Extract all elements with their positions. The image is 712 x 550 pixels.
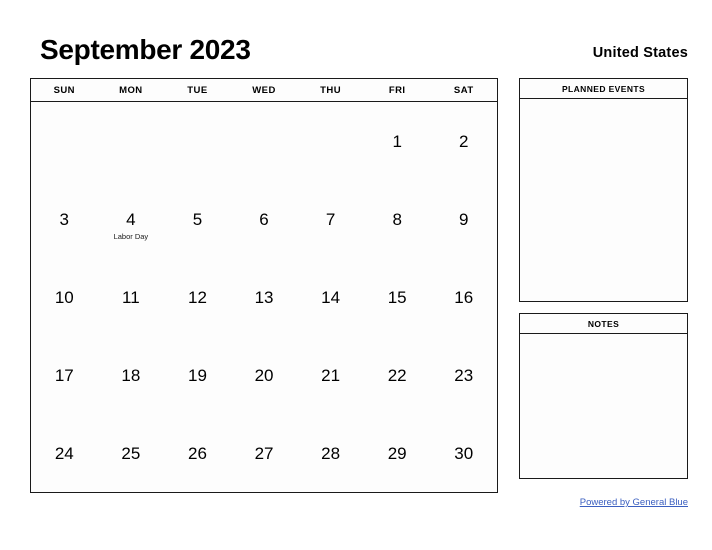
- day-cell[interactable]: 18: [98, 336, 165, 414]
- notes-body[interactable]: [519, 334, 688, 479]
- day-number: 11: [122, 288, 140, 307]
- day-number: 28: [321, 444, 341, 463]
- day-cell[interactable]: 16: [430, 258, 497, 336]
- day-cell[interactable]: 3: [31, 180, 98, 258]
- day-cell[interactable]: [231, 102, 298, 180]
- notes-panel: NOTES: [519, 313, 688, 479]
- day-cell[interactable]: 6: [231, 180, 298, 258]
- day-number: 24: [54, 444, 74, 463]
- day-number: 3: [59, 210, 70, 229]
- day-cell[interactable]: 19: [164, 336, 231, 414]
- day-number: 16: [454, 288, 474, 307]
- page-title: September 2023: [40, 34, 251, 65]
- day-number: 2: [459, 132, 469, 151]
- day-cell[interactable]: 9: [430, 180, 497, 258]
- day-cell[interactable]: 20: [231, 336, 298, 414]
- day-number: 17: [54, 366, 74, 385]
- day-number: 6: [259, 210, 269, 229]
- day-cell[interactable]: 23: [430, 336, 497, 414]
- weekday-header-sun: SUN: [53, 85, 75, 96]
- day-number: 21: [321, 366, 341, 385]
- week-row: 17 18 19 20 21 22 23: [31, 336, 497, 414]
- day-number: 14: [321, 288, 341, 307]
- planned-events-title: PLANNED EVENTS: [519, 78, 688, 99]
- notes-title: NOTES: [519, 313, 688, 334]
- day-number: 10: [54, 288, 74, 307]
- day-cell[interactable]: 25: [98, 414, 165, 492]
- powered-by-link[interactable]: Powered by General Blue: [580, 496, 688, 509]
- weekday-header-thu: THU: [320, 85, 342, 96]
- calendar-grid: SUN MON TUE WED THU FRI SAT 1 2 3 4 Labo…: [30, 78, 498, 493]
- planned-events-body[interactable]: [519, 99, 688, 302]
- day-number: 12: [187, 288, 207, 307]
- day-cell[interactable]: 27: [231, 414, 298, 492]
- weekday-header-fri: FRI: [388, 85, 406, 96]
- day-number: 8: [392, 210, 402, 229]
- day-number: 27: [254, 444, 274, 463]
- day-number: 13: [254, 288, 274, 307]
- week-row: 24 25 26 27 28 29 30: [31, 414, 497, 492]
- weekday-header-mon: MON: [119, 85, 143, 96]
- day-cell[interactable]: 10: [31, 258, 98, 336]
- day-cell[interactable]: 17: [31, 336, 98, 414]
- day-number: 5: [192, 210, 203, 229]
- day-cell[interactable]: 30: [430, 414, 497, 492]
- day-number: 1: [392, 132, 402, 151]
- day-cell[interactable]: [31, 102, 98, 180]
- day-number: 4: [126, 210, 136, 229]
- day-cell[interactable]: 7: [297, 180, 364, 258]
- day-cell[interactable]: 14: [297, 258, 364, 336]
- weekday-header-sat: SAT: [453, 85, 474, 96]
- day-number: 7: [325, 210, 336, 229]
- day-cell[interactable]: 29: [364, 414, 431, 492]
- week-row: 3 4 Labor Day 5 6 7 8 9: [31, 180, 497, 258]
- day-cell[interactable]: 26: [164, 414, 231, 492]
- day-number: 30: [454, 444, 474, 463]
- day-cell[interactable]: 24: [31, 414, 98, 492]
- day-cell[interactable]: 13: [231, 258, 298, 336]
- day-number: 15: [387, 288, 407, 307]
- region-label: United States: [592, 45, 688, 61]
- day-cell[interactable]: 2: [430, 102, 497, 180]
- weekday-header-wed: WED: [252, 85, 276, 96]
- day-cell[interactable]: 1: [364, 102, 431, 180]
- day-cell[interactable]: [98, 102, 165, 180]
- day-number: 29: [387, 444, 407, 463]
- day-number: 9: [459, 210, 469, 229]
- day-cell[interactable]: 21: [297, 336, 364, 414]
- day-number: 20: [254, 366, 274, 385]
- weekday-header-tue: TUE: [187, 85, 208, 96]
- day-cell[interactable]: 28: [297, 414, 364, 492]
- day-cell[interactable]: 5: [164, 180, 231, 258]
- day-cell[interactable]: [297, 102, 364, 180]
- day-number: 22: [387, 366, 407, 385]
- day-number: 23: [454, 366, 474, 385]
- day-cell[interactable]: 12: [164, 258, 231, 336]
- day-cell[interactable]: 8: [364, 180, 431, 258]
- weekday-header-row: SUN MON TUE WED THU FRI SAT: [31, 79, 497, 102]
- day-event: Labor Day: [113, 232, 149, 241]
- week-row: 10 11 12 13 14 15 16: [31, 258, 497, 336]
- day-cell[interactable]: 4 Labor Day: [98, 180, 165, 258]
- planned-events-panel: PLANNED EVENTS: [519, 78, 688, 302]
- day-number: 25: [121, 444, 141, 463]
- day-cell[interactable]: 15: [364, 258, 431, 336]
- day-number: 19: [187, 366, 207, 385]
- day-cell[interactable]: [164, 102, 231, 180]
- day-number: 18: [121, 366, 141, 385]
- day-cell[interactable]: 11: [98, 258, 165, 336]
- week-row: 1 2: [31, 102, 497, 180]
- day-number: 26: [187, 444, 207, 463]
- day-cell[interactable]: 22: [364, 336, 431, 414]
